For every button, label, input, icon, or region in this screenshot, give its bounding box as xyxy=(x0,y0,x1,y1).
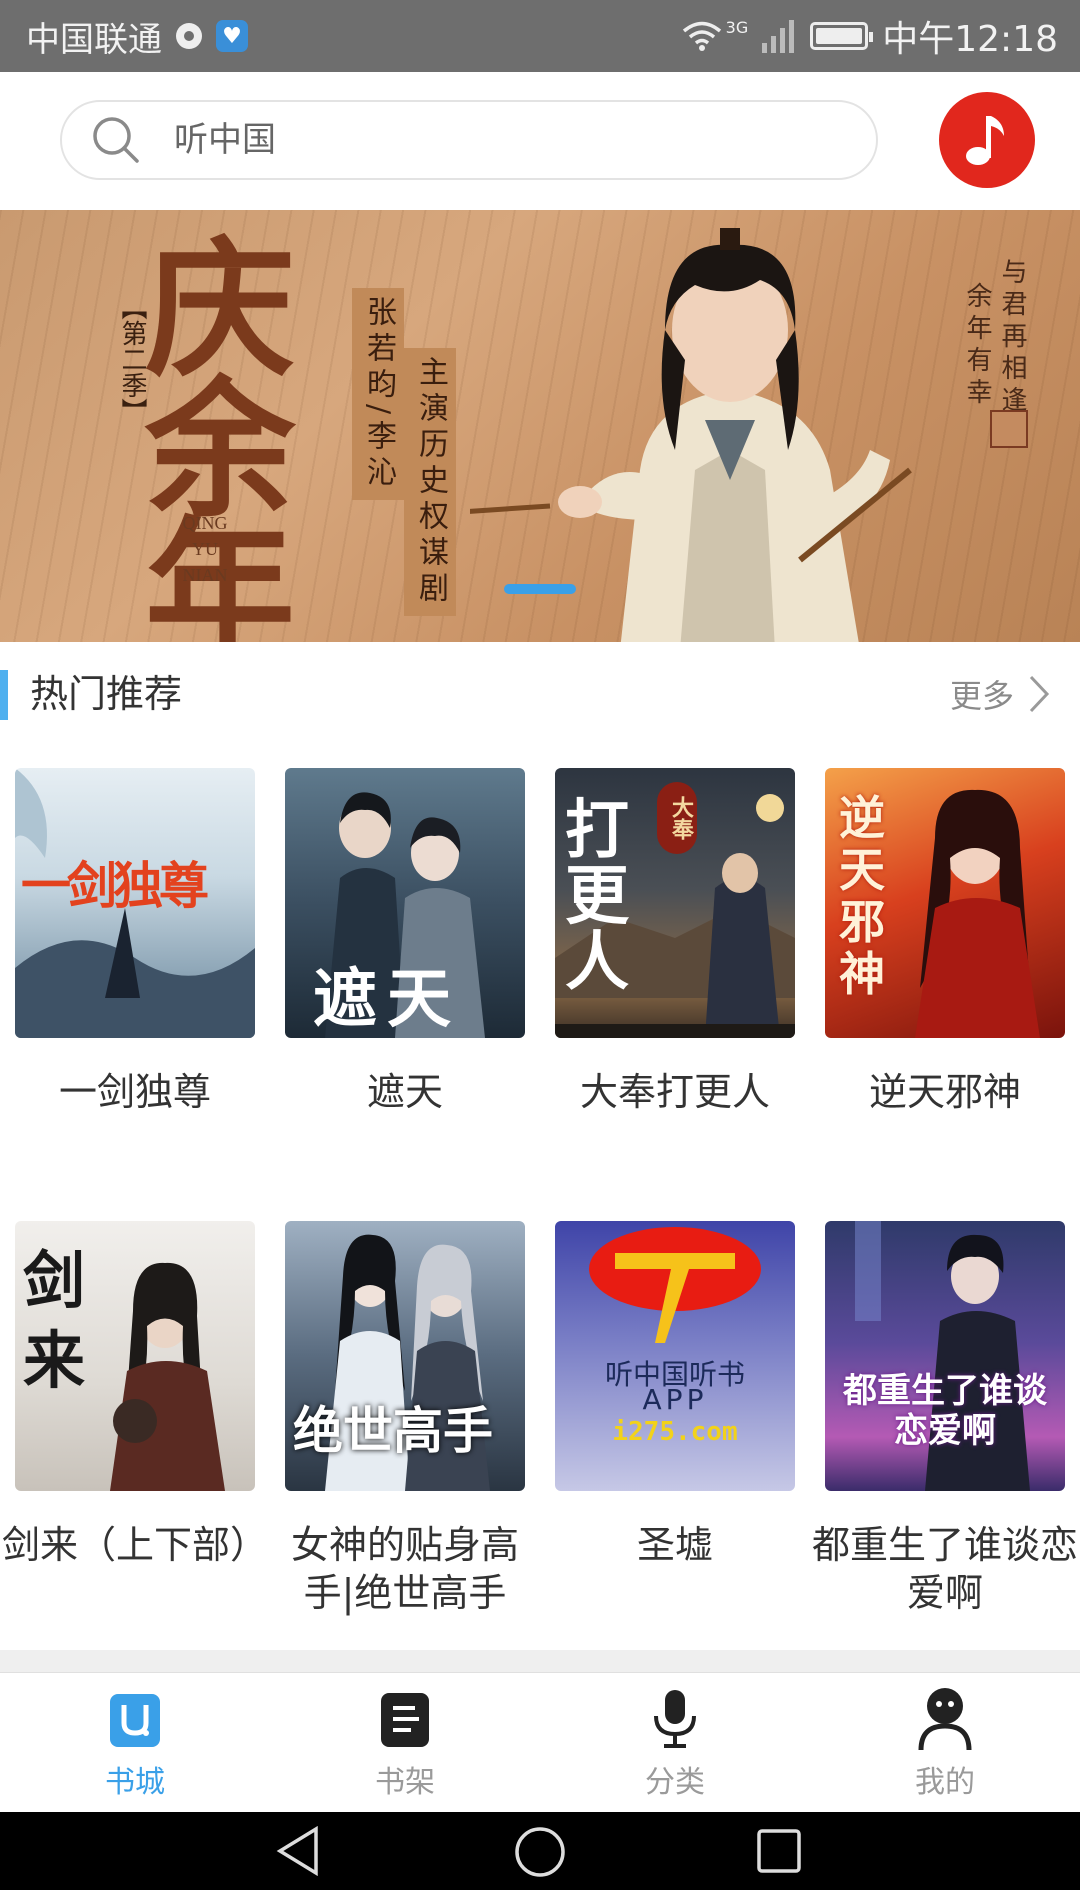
banner-subtitle: QING YU NIAN xyxy=(182,513,228,585)
section-accent-bar xyxy=(0,670,8,720)
book-title: 女神的贴身高手|绝世高手 xyxy=(290,1523,519,1615)
book-card[interactable]: 剑来 剑来（上下部） xyxy=(2,1221,268,1569)
nav-label: 我的 xyxy=(915,1765,975,1800)
book-title: 大奉打更人 xyxy=(579,1070,770,1114)
banner-seal-stamp xyxy=(990,410,1028,448)
cover-line2: APP xyxy=(642,1383,708,1416)
location-icon xyxy=(176,23,202,49)
profile-icon xyxy=(917,1687,973,1751)
nav-label: 分类 xyxy=(645,1765,705,1800)
cover-title: 都重生了谁谈恋爱啊 xyxy=(843,1371,1047,1451)
hot-recommend-header: 热门推荐 更多 xyxy=(0,666,1080,722)
search-bar[interactable] xyxy=(60,100,878,180)
cover-line3: i275.com xyxy=(612,1417,738,1447)
nav-item-bookstore[interactable]: 书城 xyxy=(0,1673,270,1813)
nav-label: 书城 xyxy=(105,1765,165,1800)
book-cover[interactable]: 都重生了谁谈恋爱啊 xyxy=(825,1221,1065,1491)
cover-title: 绝世高手 xyxy=(293,1401,493,1460)
book-cover[interactable]: 一剑独尊 xyxy=(15,768,255,1038)
book-card[interactable]: 逆天邪神 逆天邪神 xyxy=(825,768,1065,1116)
banner-page-indicator xyxy=(504,584,576,594)
bottom-navigation: 书城 书架 分类 我的 xyxy=(0,1672,1080,1813)
book-cover[interactable]: 大奉 打更人 xyxy=(555,768,795,1038)
book-cover[interactable]: 听中国听书 APP i275.com xyxy=(555,1221,795,1491)
banner-actors: 张若昀/李沁 xyxy=(352,288,404,501)
book-title: 遮天 xyxy=(366,1070,443,1114)
chevron-right-icon xyxy=(1029,675,1050,713)
status-bar: 中国联通 ♥ 3G 中午12:18 xyxy=(0,0,1080,72)
more-link[interactable]: 更多 xyxy=(950,666,1050,722)
microphone-icon xyxy=(647,1687,703,1751)
cover-title: 打更人 xyxy=(565,793,629,1000)
cover-title: 逆天邪神 xyxy=(839,791,885,1001)
search-icon xyxy=(93,117,139,163)
nav-item-profile[interactable]: 我的 xyxy=(810,1673,1080,1813)
music-player-button[interactable] xyxy=(939,92,1035,188)
bookshelf-icon xyxy=(377,1687,433,1751)
book-title: 都重生了谁谈恋爱啊 xyxy=(811,1523,1078,1615)
book-cover[interactable]: 绝世高手 xyxy=(285,1221,525,1491)
promo-banner[interactable]: 【第二季】 庆余年 QING YU NIAN 张若昀/李沁 主演历史权谋剧 与君… xyxy=(0,210,1080,642)
nav-item-category[interactable]: 分类 xyxy=(540,1673,810,1813)
music-note-icon xyxy=(966,116,1004,165)
clock: 中午12:18 xyxy=(882,19,1058,60)
carrier-label: 中国联通 xyxy=(26,19,162,60)
book-card[interactable]: 一剑独尊 一剑独尊 xyxy=(15,768,255,1116)
nav-label: 书架 xyxy=(375,1765,435,1800)
book-cover[interactable]: 遮天 xyxy=(285,768,525,1038)
back-icon[interactable] xyxy=(276,1826,320,1876)
network-type-label: 3G xyxy=(725,17,749,37)
book-title: 一剑独尊 xyxy=(58,1070,211,1114)
search-header xyxy=(0,72,1080,210)
book-title: 剑来（上下部） xyxy=(1,1523,268,1567)
banner-slogan-line2: 余年有幸 xyxy=(962,282,992,410)
wifi-icon xyxy=(682,21,721,51)
book-card[interactable]: 都重生了谁谈恋爱啊 都重生了谁谈恋爱啊 xyxy=(812,1221,1078,1617)
book-card[interactable]: 大奉 打更人 大奉打更人 xyxy=(555,768,795,1116)
nav-item-bookshelf[interactable]: 书架 xyxy=(270,1673,540,1813)
book-card[interactable]: 绝世高手 女神的贴身高手|绝世高手 xyxy=(285,1221,525,1617)
app-notification-icon: ♥ xyxy=(216,20,248,52)
section-title: 热门推荐 xyxy=(30,672,183,716)
book-cover[interactable]: 剑来 xyxy=(15,1221,255,1491)
cover-title: 一剑独尊 xyxy=(21,856,209,915)
battery-icon xyxy=(810,22,874,50)
book-title: 圣墟 xyxy=(636,1523,713,1567)
more-label: 更多 xyxy=(949,677,1014,715)
signal-icon xyxy=(762,20,795,53)
home-icon[interactable] xyxy=(514,1826,566,1878)
search-input[interactable] xyxy=(172,119,776,161)
banner-actor-image xyxy=(470,228,912,642)
divider-band xyxy=(0,1650,1080,1672)
cover-badge: 大奉 xyxy=(657,782,697,854)
banner-genre: 主演历史权谋剧 xyxy=(404,348,456,616)
cover-title: 遮天 xyxy=(313,962,461,1037)
system-navigation-bar xyxy=(0,1812,1080,1890)
bookstore-icon xyxy=(107,1687,163,1751)
recent-apps-icon[interactable] xyxy=(756,1828,802,1874)
cover-title: 剑来 xyxy=(23,1244,86,1397)
book-cover[interactable]: 逆天邪神 xyxy=(825,768,1065,1038)
book-card[interactable]: 遮天 遮天 xyxy=(285,768,525,1116)
book-card[interactable]: 听中国听书 APP i275.com 圣墟 xyxy=(555,1221,795,1569)
book-title: 逆天邪神 xyxy=(868,1070,1021,1114)
